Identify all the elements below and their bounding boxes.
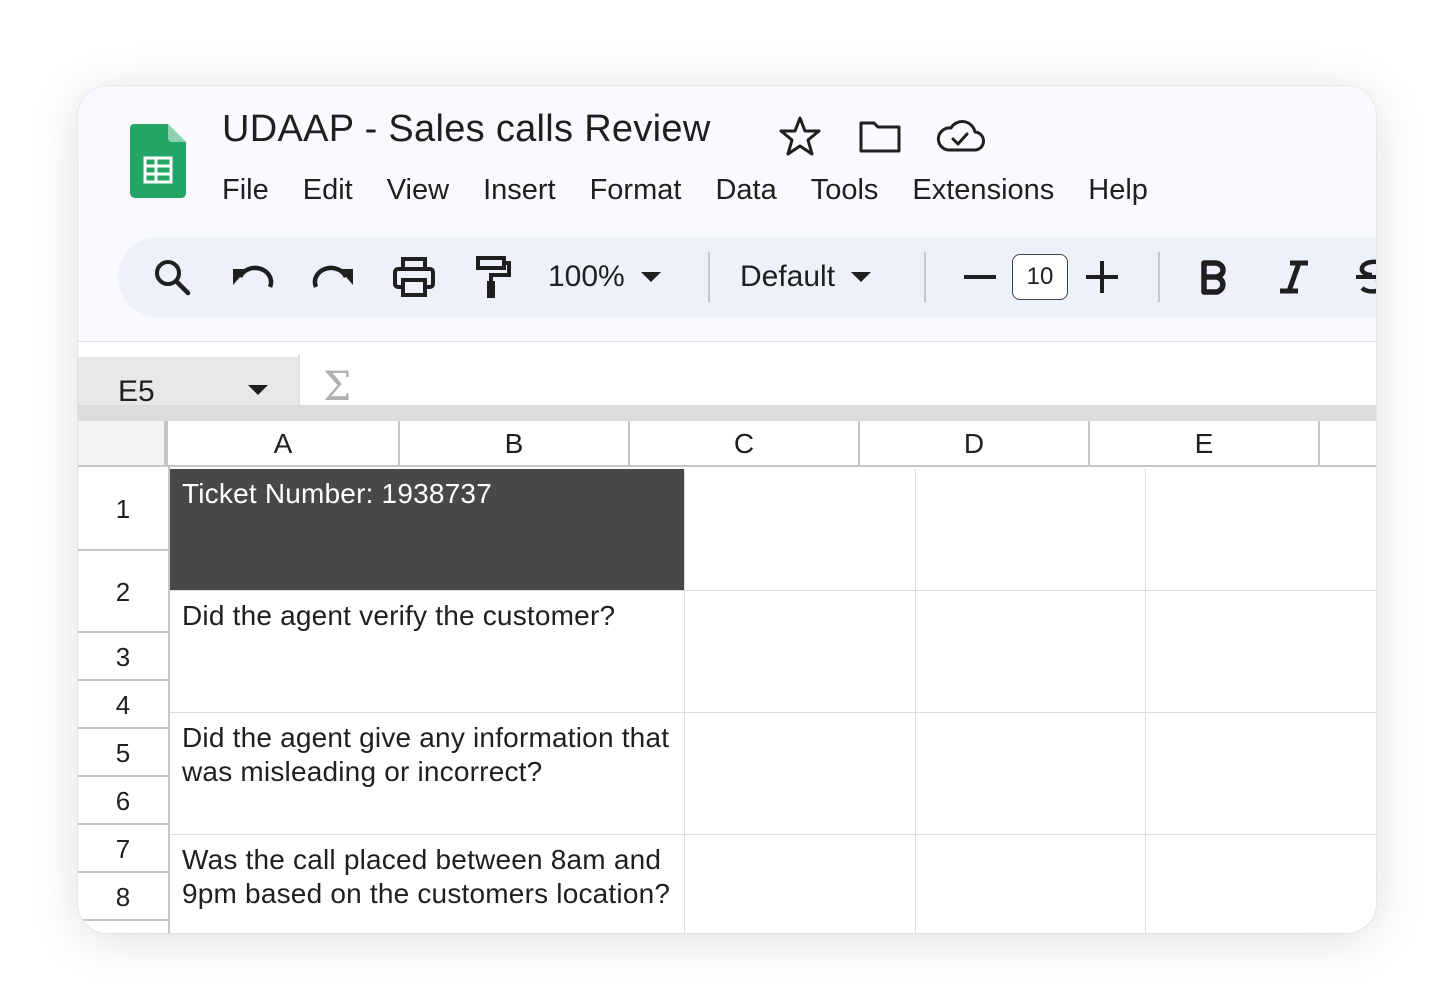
cell-d7[interactable] [916,835,1146,933]
font-size-input[interactable]: 10 [1012,254,1068,300]
menu-edit[interactable]: Edit [303,174,353,214]
spreadsheet-window: UDAAP - Sales calls Review File Edit Vie… [78,86,1376,933]
row-header-8[interactable]: 8 [78,873,170,921]
font-name: Default [740,260,836,293]
menu-tools[interactable]: Tools [811,174,879,214]
undo-icon [233,265,274,288]
google-sheets-logo[interactable] [130,124,186,198]
italic-button[interactable] [1278,237,1310,317]
formula-bar-divider [298,354,300,406]
menu-data[interactable]: Data [715,174,776,214]
menu-bar: File Edit View Insert Format Data Tools … [222,174,1182,214]
formula-bar-bottom-edge [78,405,1376,421]
minus-icon [964,275,996,279]
cell-a3[interactable]: Did the agent verify the customer? [170,591,685,713]
folder-icon[interactable] [858,114,902,158]
cloud-saved-icon[interactable] [934,114,986,158]
zoom-value: 100% [548,260,625,293]
column-header-c[interactable]: C [630,421,860,467]
column-header-b[interactable]: B [400,421,630,467]
plus-icon [1086,261,1118,293]
print-button[interactable] [392,237,436,317]
toolbar-divider [1158,252,1160,302]
strikethrough-button[interactable] [1354,237,1376,317]
menu-help[interactable]: Help [1088,174,1148,214]
cell-d1[interactable] [916,469,1146,591]
cell-d5[interactable] [916,713,1146,835]
cell-reference: E5 [118,375,155,408]
row-header-6[interactable]: 6 [78,777,170,825]
menu-file[interactable]: File [222,174,269,214]
column-header-d[interactable]: D [860,421,1090,467]
increase-font-size-button[interactable] [1084,237,1120,317]
select-all-corner[interactable] [78,421,168,467]
toolbar: 100% Default 10 [118,237,1376,317]
font-select[interactable]: Default [740,237,873,317]
cell-e5[interactable] [1146,713,1376,835]
column-header-a[interactable]: A [168,421,400,467]
chevron-down-icon [248,385,268,395]
column-header-f[interactable] [1320,421,1376,467]
redo-icon [312,265,353,288]
undo-button[interactable] [230,237,276,317]
cell-e7[interactable] [1146,835,1376,933]
chevron-down-icon [851,272,872,282]
search-button[interactable] [152,237,192,317]
menu-insert[interactable]: Insert [483,174,556,214]
formula-bar: E5 Σ [78,341,1376,421]
cell-e1[interactable] [1146,469,1376,591]
toolbar-divider [924,252,926,302]
bold-icon [1201,260,1226,295]
toolbar-divider [708,252,710,302]
row-header-3[interactable]: 3 [78,633,170,681]
menu-extensions[interactable]: Extensions [912,174,1054,214]
document-title[interactable]: UDAAP - Sales calls Review [222,108,711,151]
row-header-5[interactable]: 5 [78,729,170,777]
paint-format-icon [476,256,511,298]
bold-button[interactable] [1198,237,1230,317]
menu-format[interactable]: Format [590,174,682,214]
row-header-9[interactable] [78,921,170,933]
spreadsheet-grid: A B C D E 1 2 3 4 5 6 7 8 Ticket Number:… [78,421,1376,933]
cell-c5[interactable] [685,713,916,835]
star-icon[interactable] [778,114,822,158]
print-icon [393,257,435,297]
strikethrough-icon [1356,259,1376,294]
column-header-e[interactable]: E [1090,421,1320,467]
function-icon[interactable]: Σ [323,364,351,410]
cell-c7[interactable] [685,835,916,933]
cell-c1[interactable] [685,469,916,591]
cell-d3[interactable] [916,591,1146,713]
paint-format-button[interactable] [474,237,512,317]
cell-c3[interactable] [685,591,916,713]
decrease-font-size-button[interactable] [962,237,998,317]
cell-a7[interactable]: Was the call placed between 8am and 9pm … [170,835,685,933]
row-header-7[interactable]: 7 [78,825,170,873]
row-header-2[interactable]: 2 [78,551,170,633]
cell-a5[interactable]: Did the agent give any information that … [170,713,685,835]
zoom-select[interactable]: 100% [548,237,663,317]
row-header-4[interactable]: 4 [78,681,170,729]
cell-e3[interactable] [1146,591,1376,713]
app-header: UDAAP - Sales calls Review File Edit Vie… [78,86,1376,341]
row-header-1[interactable]: 1 [78,467,170,551]
search-icon [155,260,191,296]
redo-button[interactable] [310,237,356,317]
chevron-down-icon [640,272,661,282]
menu-view[interactable]: View [387,174,449,214]
italic-icon [1280,260,1308,294]
cell-a1[interactable]: Ticket Number: 1938737 [170,469,685,591]
